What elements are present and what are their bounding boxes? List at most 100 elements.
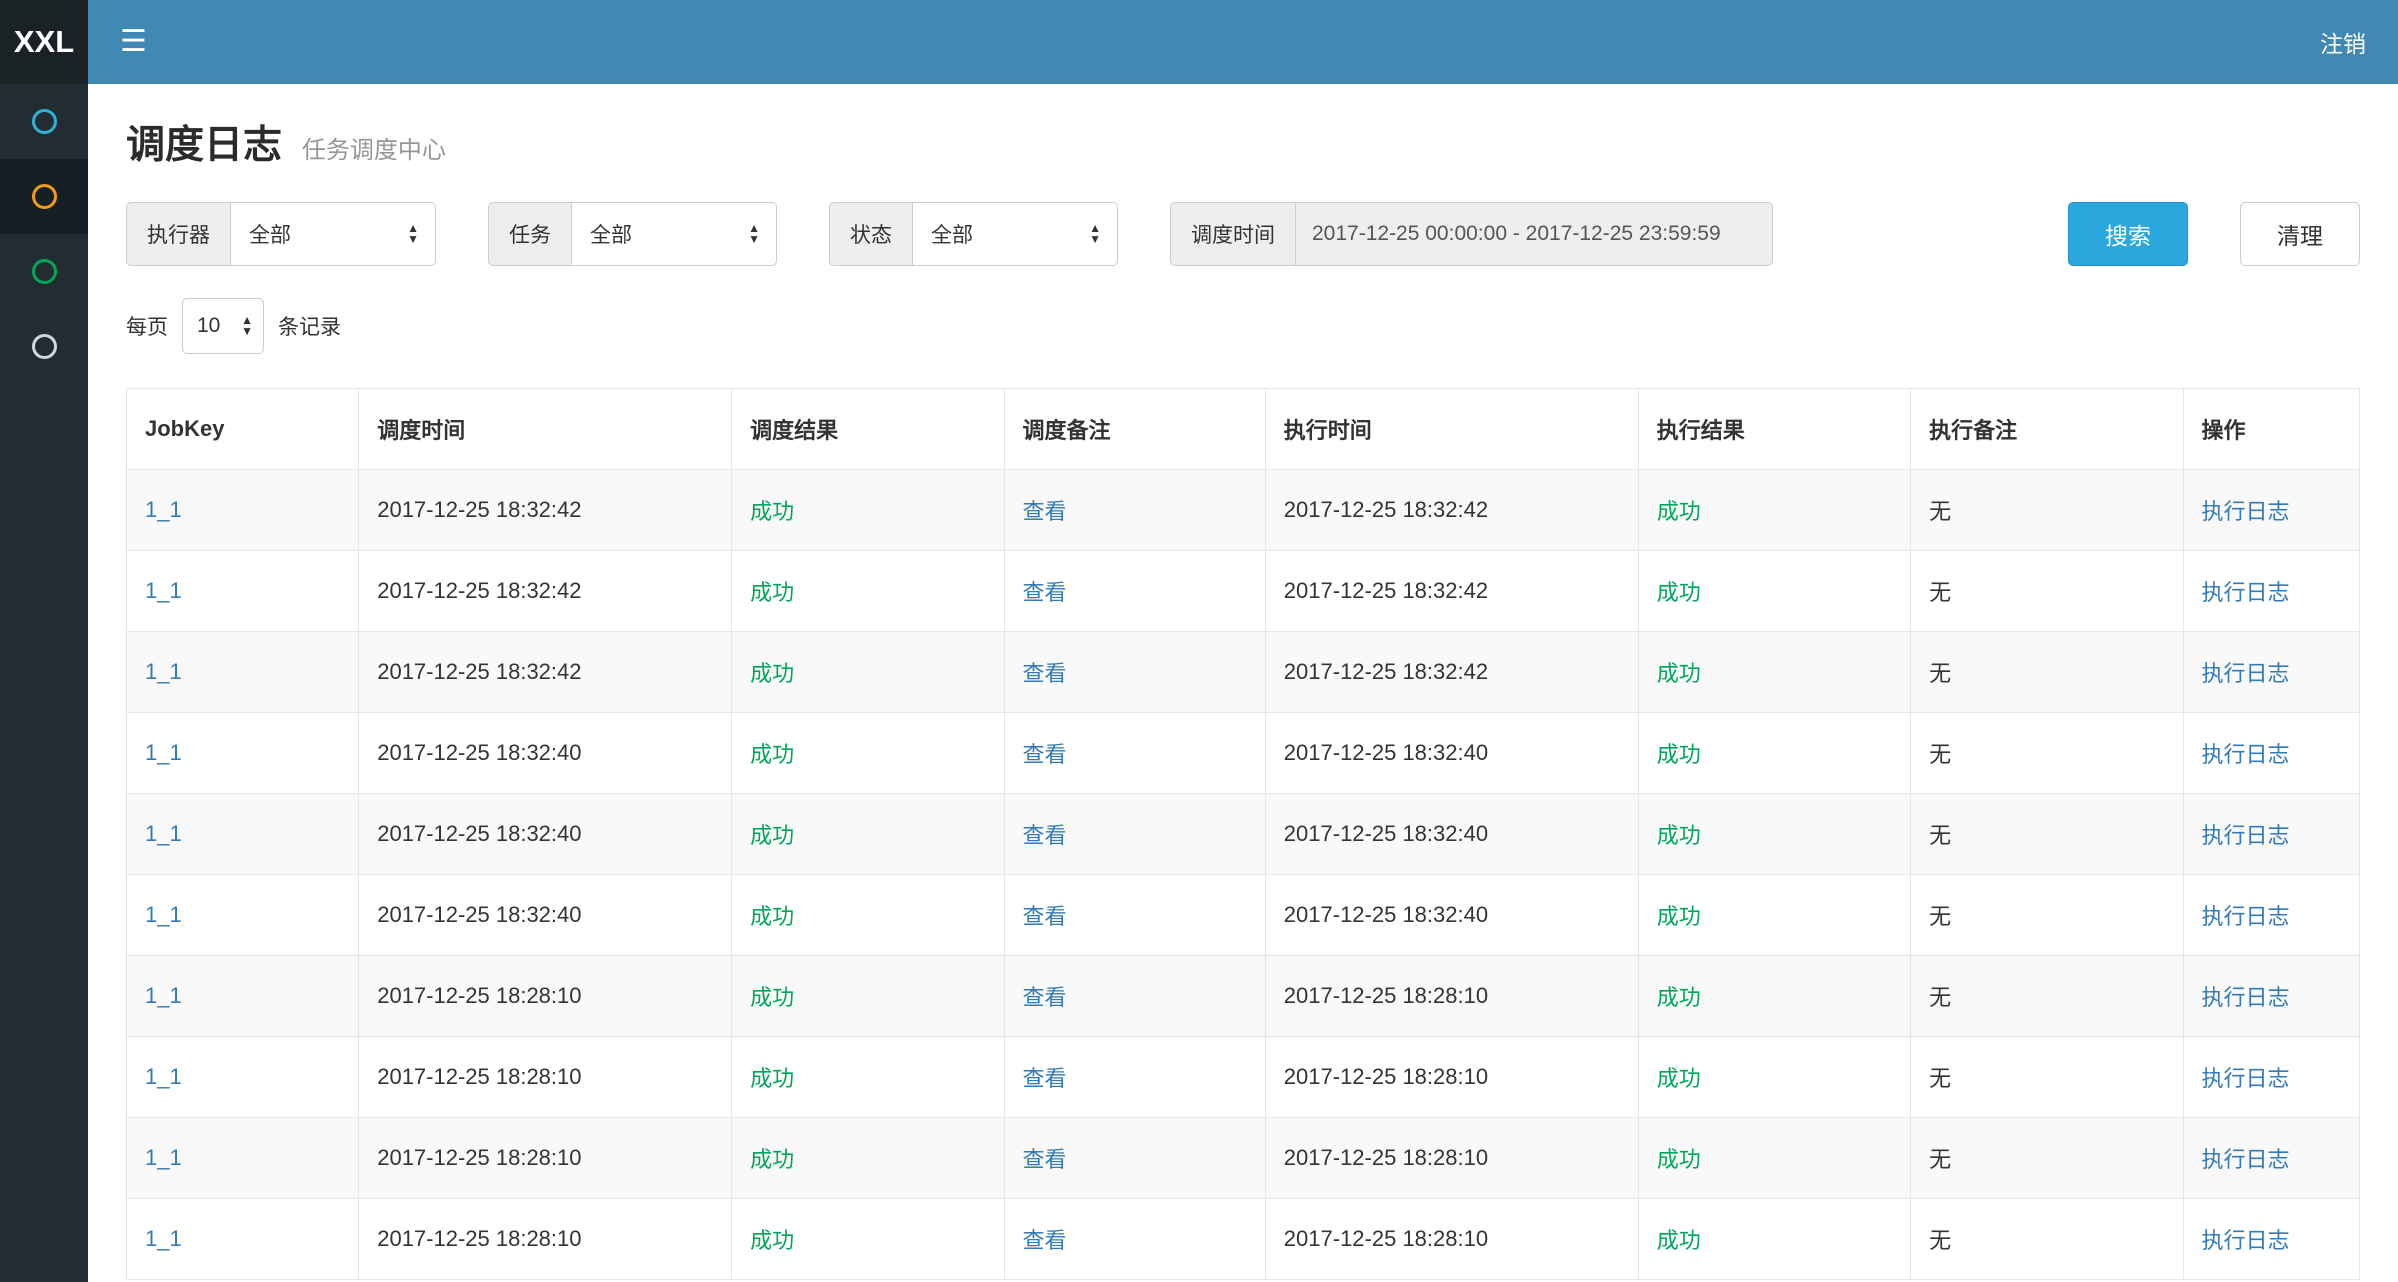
exec-log-link[interactable]: 执行日志 <box>2202 1228 2290 1253</box>
trigger-msg-cell: 查看 <box>1004 632 1265 713</box>
trigger-time-cell: 2017-12-25 18:28:10 <box>359 956 732 1037</box>
handle-msg-cell: 无 <box>1911 632 2183 713</box>
jobkey-link[interactable]: 1_1 <box>145 902 182 927</box>
trigger-msg-cell: 查看 <box>1004 1118 1265 1199</box>
job-select[interactable]: 全部 <box>571 202 777 266</box>
search-button[interactable]: 搜索 <box>2068 202 2188 266</box>
page-size-value: 10 <box>197 314 220 338</box>
handle-msg-cell: 无 <box>1911 1037 2183 1118</box>
trigger-msg-link[interactable]: 查看 <box>1023 985 1067 1010</box>
executor-select[interactable]: 全部 <box>230 202 436 266</box>
handle-msg-cell: 无 <box>1911 1199 2183 1280</box>
trigger-msg-cell: 查看 <box>1004 551 1265 632</box>
status-select-value: 全部 <box>931 219 973 249</box>
page-size-suffix-label: 条记录 <box>278 311 341 341</box>
trigger-time-range-input[interactable] <box>1295 202 1773 266</box>
executor-filter-label: 执行器 <box>126 202 230 266</box>
exec-log-link[interactable]: 执行日志 <box>2202 985 2290 1010</box>
job-filter-label: 任务 <box>488 202 571 266</box>
trigger-msg-link[interactable]: 查看 <box>1023 580 1067 605</box>
trigger-msg-link[interactable]: 查看 <box>1023 1147 1067 1172</box>
action-cell: 执行日志 <box>2183 632 2359 713</box>
exec-log-link[interactable]: 执行日志 <box>2202 580 2290 605</box>
trigger-time-filter-label: 调度时间 <box>1170 202 1295 266</box>
jobkey-link[interactable]: 1_1 <box>145 1064 182 1089</box>
jobkey-link[interactable]: 1_1 <box>145 740 182 765</box>
jobkey-cell: 1_1 <box>127 1199 359 1280</box>
exec-log-link[interactable]: 执行日志 <box>2202 742 2290 767</box>
trigger-msg-link[interactable]: 查看 <box>1023 499 1067 524</box>
select-arrows-icon <box>407 223 419 245</box>
sidebar-item-dashboard[interactable] <box>0 84 88 159</box>
jobkey-link[interactable]: 1_1 <box>145 497 182 522</box>
col-header-handle-result: 执行结果 <box>1638 389 1910 470</box>
executor-filter-group: 执行器 全部 <box>126 202 436 266</box>
filter-toolbar: 执行器 全部 任务 全部 状态 <box>126 202 2360 266</box>
action-cell: 执行日志 <box>2183 956 2359 1037</box>
jobkey-link[interactable]: 1_1 <box>145 821 182 846</box>
handle-time-cell: 2017-12-25 18:28:10 <box>1265 1118 1638 1199</box>
trigger-result-cell: 成功 <box>732 1037 1004 1118</box>
exec-log-link[interactable]: 执行日志 <box>2202 904 2290 929</box>
jobkey-cell: 1_1 <box>127 713 359 794</box>
table-row: 1_1 2017-12-25 18:28:10 成功 查看 2017-12-25… <box>127 1037 2360 1118</box>
action-cell: 执行日志 <box>2183 470 2359 551</box>
app-window: XXL ☰ 注销 调度日志 任务调度中心 执行器 <box>0 0 2398 1282</box>
exec-log-link[interactable]: 执行日志 <box>2202 823 2290 848</box>
trigger-msg-link[interactable]: 查看 <box>1023 1228 1067 1253</box>
page-header: 调度日志 任务调度中心 <box>88 84 2398 194</box>
handle-time-cell: 2017-12-25 18:32:42 <box>1265 551 1638 632</box>
trigger-msg-link[interactable]: 查看 <box>1023 904 1067 929</box>
trigger-msg-link[interactable]: 查看 <box>1023 823 1067 848</box>
exec-log-link[interactable]: 执行日志 <box>2202 661 2290 686</box>
table-header-row: JobKey 调度时间 调度结果 调度备注 执行时间 执行结果 执行备注 操作 <box>127 389 2360 470</box>
job-select-value: 全部 <box>590 219 632 249</box>
jobkey-link[interactable]: 1_1 <box>145 1226 182 1251</box>
page-size-select[interactable]: 10 <box>182 298 264 354</box>
jobkey-cell: 1_1 <box>127 956 359 1037</box>
status-filter-group: 状态 全部 <box>829 202 1118 266</box>
exec-log-link[interactable]: 执行日志 <box>2202 1147 2290 1172</box>
handle-time-cell: 2017-12-25 18:28:10 <box>1265 1199 1638 1280</box>
jobkey-link[interactable]: 1_1 <box>145 1145 182 1170</box>
trigger-msg-link[interactable]: 查看 <box>1023 1066 1067 1091</box>
page-size-prefix-label: 每页 <box>126 311 168 341</box>
table-row: 1_1 2017-12-25 18:32:42 成功 查看 2017-12-25… <box>127 632 2360 713</box>
page-size-control: 每页 10 条记录 <box>126 298 2360 354</box>
trigger-time-cell: 2017-12-25 18:32:40 <box>359 794 732 875</box>
trigger-time-cell: 2017-12-25 18:28:10 <box>359 1037 732 1118</box>
table-row: 1_1 2017-12-25 18:28:10 成功 查看 2017-12-25… <box>127 1199 2360 1280</box>
sidebar-toggle-button[interactable]: ☰ <box>120 27 147 57</box>
sidebar-item-job-log[interactable] <box>0 234 88 309</box>
handle-msg-cell: 无 <box>1911 713 2183 794</box>
jobkey-link[interactable]: 1_1 <box>145 659 182 684</box>
jobkey-cell: 1_1 <box>127 470 359 551</box>
action-cell: 执行日志 <box>2183 1199 2359 1280</box>
handle-msg-cell: 无 <box>1911 551 2183 632</box>
handle-result-cell: 成功 <box>1638 956 1910 1037</box>
status-select[interactable]: 全部 <box>912 202 1118 266</box>
trigger-msg-cell: 查看 <box>1004 713 1265 794</box>
col-header-handle-time: 执行时间 <box>1265 389 1638 470</box>
logout-button[interactable]: 注销 <box>2320 25 2366 59</box>
select-arrows-icon <box>241 315 253 337</box>
exec-log-link[interactable]: 执行日志 <box>2202 499 2290 524</box>
job-filter-group: 任务 全部 <box>488 202 777 266</box>
col-header-handle-msg: 执行备注 <box>1911 389 2183 470</box>
sidebar-item-executor-manage[interactable] <box>0 309 88 384</box>
handle-time-cell: 2017-12-25 18:32:40 <box>1265 794 1638 875</box>
action-cell: 执行日志 <box>2183 875 2359 956</box>
logo[interactable]: XXL <box>0 0 88 84</box>
trigger-msg-link[interactable]: 查看 <box>1023 742 1067 767</box>
clear-button[interactable]: 清理 <box>2240 202 2360 266</box>
select-arrows-icon <box>748 223 760 245</box>
exec-log-link[interactable]: 执行日志 <box>2202 1066 2290 1091</box>
handle-time-cell: 2017-12-25 18:28:10 <box>1265 1037 1638 1118</box>
jobkey-link[interactable]: 1_1 <box>145 578 182 603</box>
trigger-msg-link[interactable]: 查看 <box>1023 661 1067 686</box>
trigger-result-cell: 成功 <box>732 1118 1004 1199</box>
trigger-result-cell: 成功 <box>732 551 1004 632</box>
top-navbar: XXL ☰ 注销 <box>0 0 2398 84</box>
jobkey-link[interactable]: 1_1 <box>145 983 182 1008</box>
sidebar-item-job-manage[interactable] <box>0 159 88 234</box>
